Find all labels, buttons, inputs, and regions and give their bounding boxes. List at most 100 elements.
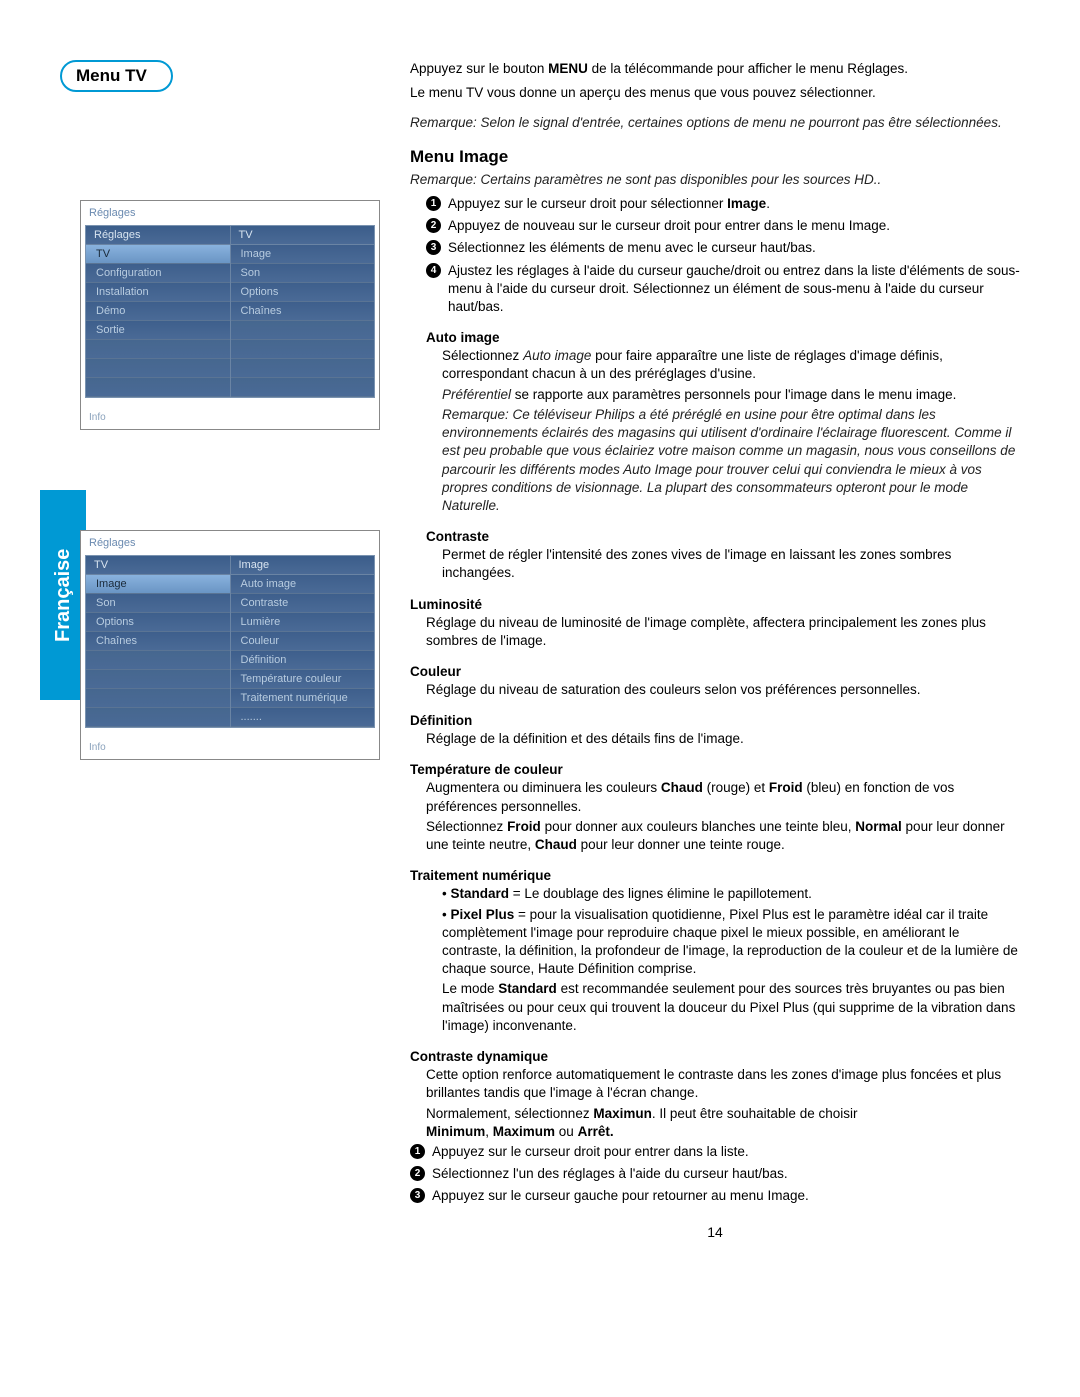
text: ou bbox=[555, 1124, 578, 1139]
ss2-empty-row bbox=[86, 651, 230, 670]
text: (rouge) et bbox=[703, 780, 769, 795]
dyn-heading: Contraste dynamique bbox=[410, 1049, 1020, 1064]
intro-remark: Remarque: Selon le signal d'entrée, cert… bbox=[410, 114, 1020, 132]
auto-image-heading: Auto image bbox=[410, 330, 1020, 345]
text: = Le doublage des lignes élimine le papi… bbox=[509, 886, 812, 901]
ss2-col2-row: Traitement numérique bbox=[231, 689, 375, 708]
ss1-col2-row: Son bbox=[231, 264, 375, 283]
temp-p1: Augmentera ou diminuera les couleurs Cha… bbox=[410, 779, 1020, 815]
text: Sélectionnez les éléments de menu avec l… bbox=[448, 240, 816, 255]
ss1-col2-header: TV bbox=[231, 226, 375, 245]
ss1-title: Réglages bbox=[85, 205, 375, 225]
ss2-col2-header: Image bbox=[231, 556, 375, 575]
menu-image-remark: Remarque: Certains paramètres ne sont pa… bbox=[410, 171, 1020, 189]
ss1-empty-row bbox=[86, 340, 230, 359]
text: Appuyez sur le curseur gauche pour retou… bbox=[432, 1188, 809, 1203]
text: Le mode bbox=[442, 981, 498, 996]
intro-line2: Le menu TV vous donne un aperçu des menu… bbox=[410, 84, 1020, 102]
auto-image-p2: Préférentiel se rapporte aux paramètres … bbox=[410, 386, 1020, 404]
text: Sélectionnez l'un des réglages à l'aide … bbox=[432, 1166, 788, 1181]
text: Appuyez de nouveau sur le curseur droit … bbox=[448, 218, 890, 233]
ss2-title: Réglages bbox=[85, 535, 375, 555]
ss2-col1-header: TV bbox=[86, 556, 230, 575]
text: = pour la visualisation quotidienne, Pix… bbox=[442, 907, 1018, 977]
ss2-col2-row: Définition bbox=[231, 651, 375, 670]
text: Appuyez sur le bouton bbox=[410, 61, 548, 76]
page-number: 14 bbox=[410, 1224, 1020, 1240]
ss2-col2-row: Lumière bbox=[231, 613, 375, 632]
ss1-col1-row: Configuration bbox=[86, 264, 230, 283]
step-item: 2 Sélectionnez l'un des réglages à l'aide… bbox=[410, 1165, 1020, 1183]
ss1-empty-row bbox=[231, 340, 375, 359]
contraste-heading: Contraste bbox=[410, 529, 1020, 544]
text: . bbox=[496, 498, 500, 513]
ss1-col1-row: Installation bbox=[86, 283, 230, 302]
text: . Il peut être souhaitable de choisir bbox=[652, 1106, 858, 1121]
step-item: 1Appuyez sur le curseur droit pour sélec… bbox=[426, 195, 1020, 213]
ss2-empty-row bbox=[86, 708, 230, 727]
text-bold: Standard bbox=[498, 981, 557, 996]
bullet-item: • Pixel Plus = pour la visualisation quo… bbox=[442, 906, 1020, 979]
text: pour donner aux couleurs blanches une te… bbox=[541, 819, 855, 834]
traitement-p3: Le mode Standard est recommandée seuleme… bbox=[410, 980, 1020, 1035]
tv-menu-screenshot-2: Réglages TV Image Son Options Chaînes Im… bbox=[80, 530, 380, 760]
text: pour leur donner une teinte rouge. bbox=[577, 837, 785, 852]
ss1-col2-row: Chaînes bbox=[231, 302, 375, 321]
ss1-col2-row: Options bbox=[231, 283, 375, 302]
ss1-empty-row bbox=[86, 359, 230, 378]
text-bold: Arrêt. bbox=[578, 1124, 614, 1139]
ss1-col1-row: Sortie bbox=[86, 321, 230, 340]
ss2-col2-row: Contraste bbox=[231, 594, 375, 613]
contraste-body: Permet de régler l'intensité des zones v… bbox=[410, 546, 1020, 582]
text-bold: Chaud bbox=[661, 780, 703, 795]
auto-image-p1: Sélectionnez Auto image pour faire appar… bbox=[410, 347, 1020, 383]
text: Augmentera ou diminuera les couleurs bbox=[426, 780, 661, 795]
ss2-col2-row: Auto image bbox=[231, 575, 375, 594]
text-bold: Standard bbox=[450, 886, 509, 901]
dyn-steps: 1Appuyez sur le curseur droit pour entre… bbox=[410, 1143, 1020, 1206]
couleur-heading: Couleur bbox=[410, 664, 1020, 679]
ss2-col2-row: Température couleur bbox=[231, 670, 375, 689]
traitement-bullets: • Standard = Le doublage des lignes élim… bbox=[410, 885, 1020, 978]
text: se rapporte aux paramètres personnels po… bbox=[511, 387, 956, 402]
temp-p2: Sélectionnez Froid pour donner aux coule… bbox=[410, 818, 1020, 854]
text: Ajustez les réglages à l'aide du curseur… bbox=[448, 263, 1020, 314]
text-bold: Image bbox=[727, 196, 766, 211]
step-item: 2 Appuyez de nouveau sur le curseur droit… bbox=[426, 217, 1020, 235]
tv-menu-screenshot-1: Réglages Réglages TV Configuration Insta… bbox=[80, 200, 380, 430]
text: , bbox=[485, 1124, 493, 1139]
dyn-p1: Cette option renforce automatiquement le… bbox=[410, 1066, 1020, 1102]
ss1-col2-row: Image bbox=[231, 245, 375, 264]
step-number-icon: 1 bbox=[410, 1144, 425, 1159]
ss1-empty-row bbox=[231, 321, 375, 340]
text-bold: Chaud bbox=[535, 837, 577, 852]
text-bold: Froid bbox=[769, 780, 803, 795]
text: Remarque: Ce téléviseur Philips a été pr… bbox=[442, 407, 1015, 495]
step-number-icon: 2 bbox=[410, 1166, 425, 1181]
menu-image-steps: 1Appuyez sur le curseur droit pour sélec… bbox=[410, 195, 1020, 316]
step-number-icon: 2 bbox=[426, 218, 441, 233]
left-column: Menu TV Réglages Réglages TV Configurati… bbox=[60, 60, 380, 1240]
text-italic: Préférentiel bbox=[442, 387, 511, 402]
text: Sélectionnez bbox=[442, 348, 523, 363]
text: . bbox=[766, 196, 770, 211]
ss2-col1-row: Image bbox=[86, 575, 230, 594]
ss2-col1-row: Options bbox=[86, 613, 230, 632]
temp-heading: Température de couleur bbox=[410, 762, 1020, 777]
step-number-icon: 4 bbox=[426, 263, 441, 278]
ss2-info: Info bbox=[85, 728, 375, 755]
step-number-icon: 1 bbox=[426, 196, 441, 211]
step-number-icon: 3 bbox=[410, 1188, 425, 1203]
ss1-col1-row: Démo bbox=[86, 302, 230, 321]
text: de la télécommande pour afficher le menu… bbox=[588, 61, 908, 76]
step-item: 1Appuyez sur le curseur droit pour entre… bbox=[410, 1143, 1020, 1161]
ss2-col1-row: Chaînes bbox=[86, 632, 230, 651]
intro-line1: Appuyez sur le bouton MENU de la télécom… bbox=[410, 60, 1020, 78]
ss2-col1-row: Son bbox=[86, 594, 230, 613]
ss1-empty-row bbox=[231, 378, 375, 397]
text: Naturelle bbox=[442, 498, 496, 513]
text-bold: MENU bbox=[548, 61, 588, 76]
section-title-pill: Menu TV bbox=[60, 60, 173, 92]
ss1-info: Info bbox=[85, 398, 375, 425]
step-number-icon: 3 bbox=[426, 240, 441, 255]
